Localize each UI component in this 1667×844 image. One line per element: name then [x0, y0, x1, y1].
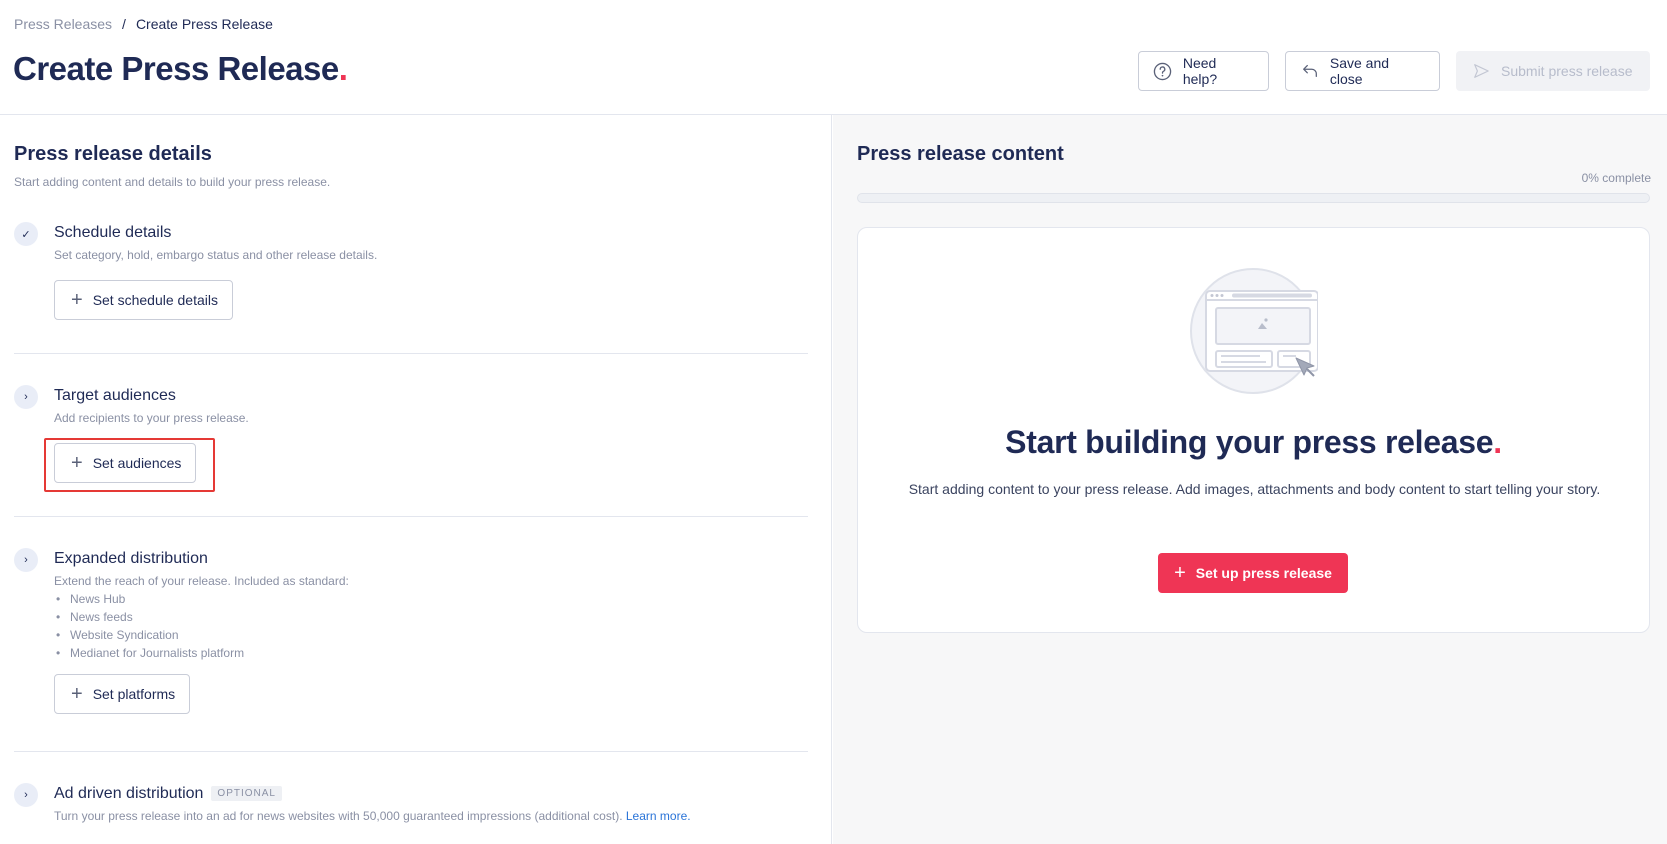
details-title: Press release details: [14, 143, 212, 165]
check-icon: ✓: [14, 222, 38, 246]
plus-icon: +: [71, 289, 83, 311]
progress-bar: [857, 193, 1650, 203]
step-title: Ad driven distribution: [54, 785, 204, 802]
need-help-button[interactable]: Need help?: [1138, 51, 1269, 91]
highlight-box: [44, 438, 215, 492]
divider: [14, 516, 808, 517]
submit-press-release-button[interactable]: Submit press release: [1456, 51, 1650, 91]
breadcrumb-current: Create Press Release: [135, 16, 273, 32]
need-help-label: Need help?: [1182, 55, 1218, 87]
chevron-right-icon[interactable]: ›: [14, 385, 38, 409]
step-subtitle: Turn your press release into an ad for n…: [54, 809, 623, 823]
set-schedule-details-button[interactable]: + Set schedule details: [54, 280, 233, 320]
submit-press-release-label: Submit press release: [1501, 63, 1633, 79]
button-label: Set platforms: [92, 686, 176, 702]
undo-arrow-icon: [1300, 61, 1320, 81]
page-title-dot: .: [338, 50, 348, 87]
breadcrumb: Press Releases / Create Press Release: [14, 16, 273, 32]
list-item: Website Syndication: [54, 628, 244, 646]
breadcrumb-parent-link[interactable]: Press Releases: [14, 16, 112, 32]
button-label: Set up press release: [1195, 565, 1332, 581]
send-icon: [1471, 61, 1491, 81]
progress-label: 0% complete: [1581, 171, 1651, 185]
details-subtitle: Start adding content and details to buil…: [14, 175, 331, 189]
step-subtitle: Set category, hold, embargo status and o…: [54, 248, 378, 262]
content-title: Press release content: [857, 143, 1064, 165]
empty-state-title-dot: .: [1493, 424, 1502, 460]
chevron-right-icon[interactable]: ›: [14, 548, 38, 572]
list-item: Medianet for Journalists platform: [54, 646, 244, 664]
empty-state-title-text: Start building your press release: [1005, 424, 1494, 460]
empty-state-title: Start building your press release.: [858, 424, 1649, 461]
set-up-press-release-button[interactable]: + Set up press release: [1158, 553, 1348, 593]
page-title-text: Create Press Release: [13, 50, 339, 87]
learn-more-link[interactable]: Learn more.: [626, 809, 691, 823]
step-title-row: Ad driven distribution OPTIONAL: [54, 785, 282, 803]
breadcrumb-separator: /: [122, 16, 126, 32]
set-platforms-button[interactable]: + Set platforms: [54, 674, 191, 714]
step-title: Schedule details: [54, 224, 172, 241]
optional-badge: OPTIONAL: [211, 786, 282, 802]
empty-state-description: Start adding content to your press relea…: [908, 481, 1601, 497]
step-title: Target audiences: [54, 387, 176, 404]
platform-list: News Hub News feeds Website Syndication …: [54, 592, 244, 664]
plus-icon: +: [71, 683, 83, 705]
step-subtitle-row: Turn your press release into an ad for n…: [54, 809, 691, 823]
divider: [14, 751, 808, 752]
plus-icon: +: [1174, 562, 1186, 584]
step-title: Expanded distribution: [54, 550, 208, 567]
save-and-close-button[interactable]: Save and close: [1285, 51, 1440, 91]
divider: [14, 353, 808, 354]
page-title: Create Press Release.: [13, 50, 348, 88]
chevron-right-icon[interactable]: ›: [14, 783, 38, 807]
save-and-close-label: Save and close: [1329, 55, 1390, 87]
empty-state-card: Start building your press release. Start…: [857, 227, 1650, 633]
list-item: News feeds: [54, 610, 244, 628]
step-subtitle: Add recipients to your press release.: [54, 411, 249, 425]
list-item: News Hub: [54, 592, 244, 610]
browser-illustration-icon: [1188, 266, 1319, 396]
button-label: Set schedule details: [92, 292, 218, 308]
page-header: Press Releases / Create Press Release Crea…: [0, 0, 1667, 115]
question-circle-icon: [1153, 61, 1173, 81]
step-subtitle: Extend the reach of your release. Includ…: [54, 574, 349, 588]
press-release-content-panel: Press release content 0% complete Start …: [833, 115, 1667, 844]
